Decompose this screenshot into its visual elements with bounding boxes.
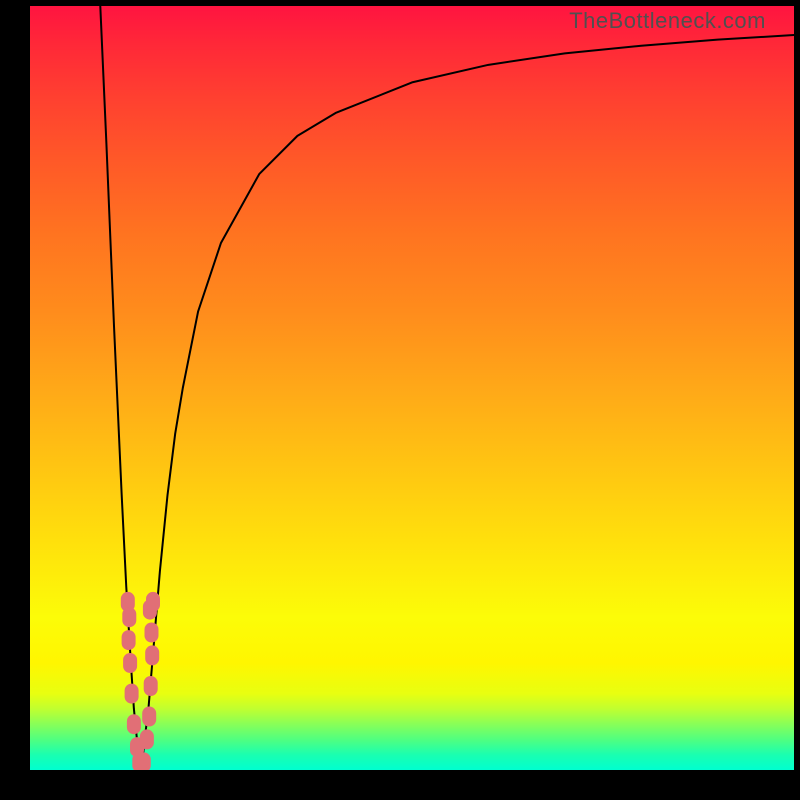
marker-dot xyxy=(137,752,151,770)
marker-dot xyxy=(142,707,156,727)
marker-dot xyxy=(145,623,159,643)
chart-frame: TheBottleneck.com xyxy=(0,0,800,800)
marker-dot xyxy=(122,607,136,627)
marker-dot xyxy=(123,653,137,673)
marker-dot xyxy=(146,592,160,612)
plot-area xyxy=(30,6,794,770)
marker-dot xyxy=(127,714,141,734)
curve-right xyxy=(142,35,794,770)
watermark-text: TheBottleneck.com xyxy=(569,8,766,34)
marker-dot xyxy=(140,729,154,749)
marker-dot xyxy=(144,676,158,696)
marker-dot xyxy=(125,684,139,704)
curve-svg xyxy=(30,6,794,770)
marker-dot xyxy=(145,645,159,665)
marker-dot xyxy=(122,630,136,650)
